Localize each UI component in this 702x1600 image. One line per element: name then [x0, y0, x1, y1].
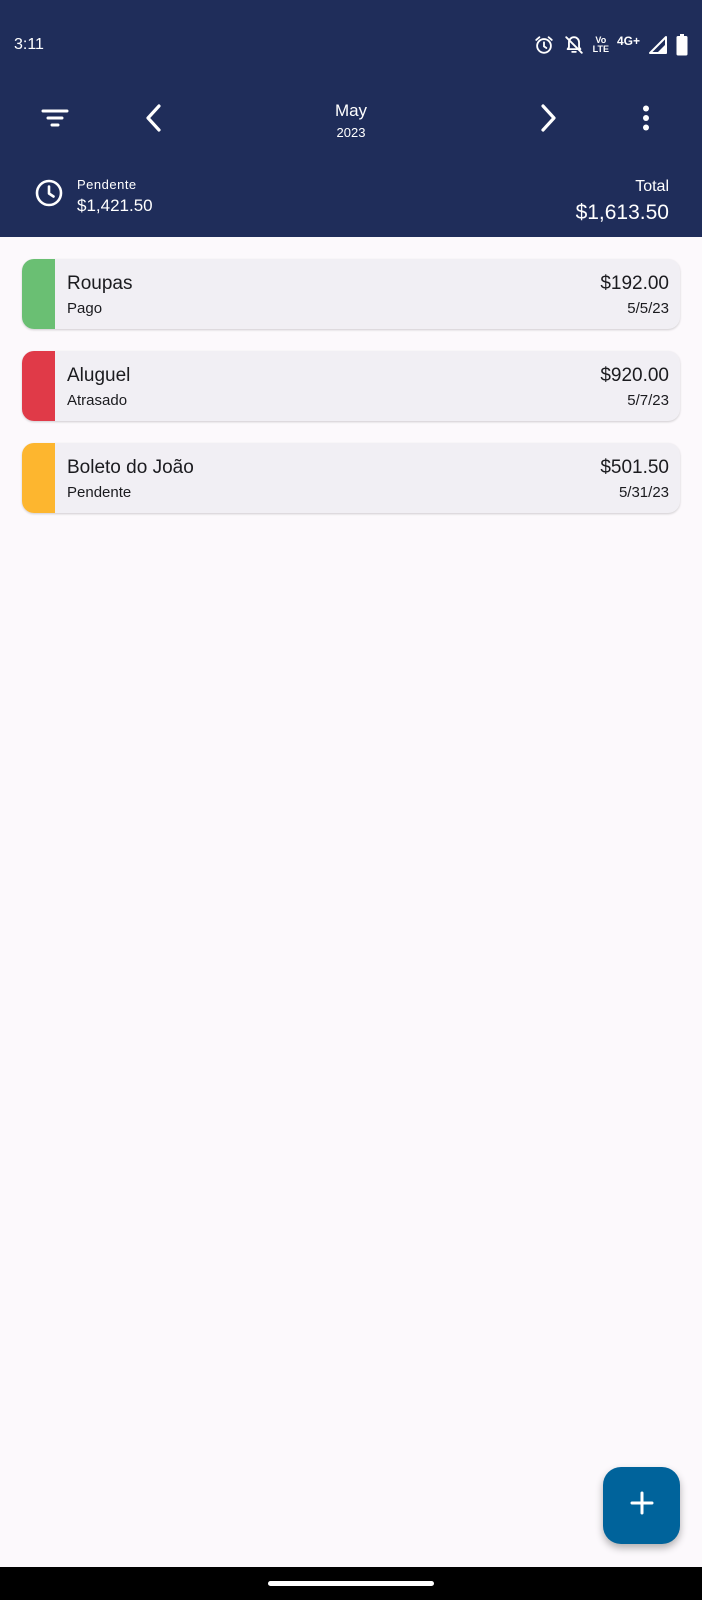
- status-color-bar: [22, 259, 55, 329]
- pending-value: $1,421.50: [77, 196, 153, 215]
- total-value: $1,613.50: [575, 201, 669, 224]
- bill-title: Boleto do João: [67, 457, 194, 478]
- month-year: 2023: [336, 125, 366, 140]
- home-gesture-handle[interactable]: [268, 1581, 434, 1586]
- navigation-bar: [0, 1567, 702, 1600]
- bill-status: Pendente: [67, 484, 132, 501]
- more-vert-icon: [642, 105, 650, 136]
- network-type: 4G+: [616, 34, 640, 48]
- bill-title: Aluguel: [67, 365, 131, 386]
- status-time: 3:11: [14, 36, 44, 53]
- bill-list: Roupas Pago $192.00 5/5/23 Aluguel Atras…: [22, 259, 680, 535]
- status-color-bar: [22, 351, 55, 421]
- summary: Pendente $1,421.50 Total $1,613.50: [0, 170, 702, 230]
- bill-amount: $192.00: [600, 273, 669, 294]
- bill-status: Atrasado: [67, 392, 128, 409]
- bill-amount: $920.00: [600, 365, 669, 386]
- month-name: May: [334, 101, 368, 120]
- status-icons: Vo LTE 4G+: [533, 32, 688, 58]
- bill-card[interactable]: Roupas Pago $192.00 5/5/23: [22, 259, 680, 329]
- previous-month-button[interactable]: [130, 96, 178, 144]
- battery-icon: [676, 34, 688, 56]
- more-options-button[interactable]: [622, 96, 670, 144]
- header: 3:11 Vo LTE 4G+ May 2023 Pendente $1,421…: [0, 0, 702, 237]
- status-bar: 3:11 Vo LTE 4G+: [0, 0, 702, 90]
- alarm-icon: [533, 34, 555, 56]
- volte-icon: Vo LTE: [593, 36, 609, 54]
- chevron-right-icon: [537, 103, 559, 138]
- app-screen: 3:11 Vo LTE 4G+ May 2023 Pendente $1,421…: [0, 0, 702, 1600]
- clock-icon: [34, 178, 64, 208]
- chevron-left-icon: [143, 103, 165, 138]
- bill-amount: $501.50: [600, 457, 669, 478]
- filter-button[interactable]: [31, 96, 79, 144]
- add-icon: [629, 1490, 655, 1521]
- signal-icon: [648, 35, 668, 55]
- next-month-button[interactable]: [524, 96, 572, 144]
- bill-status: Pago: [67, 300, 103, 317]
- bill-date: 5/5/23: [627, 300, 669, 317]
- bill-card[interactable]: Aluguel Atrasado $920.00 5/7/23: [22, 351, 680, 421]
- status-color-bar: [22, 443, 55, 513]
- add-bill-button[interactable]: [603, 1467, 680, 1544]
- bill-date: 5/31/23: [618, 484, 669, 501]
- bill-date: 5/7/23: [627, 392, 669, 409]
- toolbar: May 2023: [0, 90, 702, 150]
- filter-icon: [41, 107, 69, 134]
- month-selector[interactable]: May 2023: [251, 100, 451, 142]
- pending-label: Pendente: [77, 177, 137, 192]
- notifications-off-icon: [563, 34, 585, 56]
- bill-card[interactable]: Boleto do João Pendente $501.50 5/31/23: [22, 443, 680, 513]
- total-label: Total: [635, 178, 669, 195]
- bill-title: Roupas: [67, 273, 133, 294]
- volte-text-bottom: LTE: [592, 44, 609, 54]
